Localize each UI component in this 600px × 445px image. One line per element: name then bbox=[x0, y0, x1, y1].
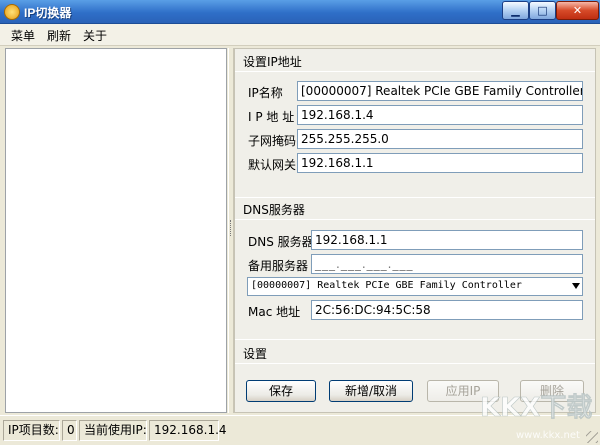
ip-section-title: 设置IP地址 bbox=[243, 55, 302, 69]
minimize-button[interactable]: ▁ bbox=[502, 1, 529, 20]
section-divider bbox=[235, 219, 595, 220]
subnet-mask-label: 子网掩码 bbox=[248, 134, 297, 148]
alt-dns-label: 备用服务器 bbox=[248, 259, 309, 273]
adapter-select[interactable]: [00000007] Realtek PCIe GBE Family Contr… bbox=[247, 277, 583, 296]
alt-dns-input[interactable]: ___.___.___.___ bbox=[311, 254, 583, 274]
window-title: IP切换器 bbox=[24, 6, 72, 20]
watermark-text: KKX下载 bbox=[480, 393, 592, 423]
save-button[interactable]: 保存 bbox=[246, 380, 316, 402]
ip-profile-list[interactable] bbox=[5, 48, 227, 413]
maximize-button[interactable]: □ bbox=[529, 1, 556, 20]
mac-address-label: Mac 地址 bbox=[248, 305, 301, 319]
dns-server-input[interactable]: 192.168.1.1 bbox=[311, 230, 583, 250]
section-divider bbox=[235, 197, 595, 198]
chevron-down-icon bbox=[572, 283, 580, 289]
section-divider bbox=[235, 363, 595, 364]
watermark-logo: KKX下载 www.kkx.net bbox=[480, 393, 593, 441]
section-divider bbox=[235, 71, 595, 72]
current-ip-label: 当前使用IP: bbox=[79, 420, 147, 441]
ip-address-label: I P 地 址 bbox=[248, 110, 295, 124]
section-divider bbox=[235, 339, 595, 340]
dns-server-label: DNS 服务器 bbox=[248, 235, 314, 249]
ip-count-label: IP项目数: bbox=[3, 420, 60, 441]
watermark-url: www.kkx.net bbox=[516, 430, 580, 441]
menu-item-about[interactable]: 关于 bbox=[83, 27, 107, 44]
settings-section-title: 设置 bbox=[243, 347, 268, 361]
dns-section: DNS服务器 DNS 服务器 192.168.1.1 备用服务器 ___.___… bbox=[235, 201, 595, 341]
ip-settings-section: 设置IP地址 IP名称 [00000007] Realtek PCIe GBE … bbox=[235, 49, 595, 199]
gateway-label: 默认网关 bbox=[248, 158, 297, 172]
current-ip-value: 192.168.1.4 bbox=[149, 420, 227, 441]
settings-panel: 设置IP地址 IP名称 [00000007] Realtek PCIe GBE … bbox=[234, 48, 596, 413]
menu-bar: 菜单 刷新 关于 bbox=[0, 24, 600, 46]
close-button[interactable]: ✕ bbox=[556, 1, 599, 20]
ip-name-input[interactable]: [00000007] Realtek PCIe GBE Family Contr… bbox=[297, 81, 583, 101]
title-bar[interactable]: IP切换器 ▁ □ ✕ bbox=[0, 0, 600, 24]
dns-section-title: DNS服务器 bbox=[243, 203, 305, 217]
menu-item-menu[interactable]: 菜单 bbox=[11, 27, 35, 44]
splitter-grip-icon bbox=[230, 220, 232, 236]
add-cancel-button[interactable]: 新增/取消 bbox=[329, 380, 413, 402]
app-gear-icon bbox=[4, 4, 20, 20]
ip-count-value: 0 bbox=[62, 420, 77, 441]
subnet-mask-input[interactable]: 255.255.255.0 bbox=[297, 129, 583, 149]
gateway-input[interactable]: 192.168.1.1 bbox=[297, 153, 583, 173]
ip-address-input[interactable]: 192.168.1.4 bbox=[297, 105, 583, 125]
mac-address-field: 2C:56:DC:94:5C:58 bbox=[311, 300, 583, 320]
ip-name-label: IP名称 bbox=[248, 86, 283, 100]
adapter-select-value: [00000007] Realtek PCIe GBE Family Contr… bbox=[251, 280, 522, 291]
menu-item-refresh[interactable]: 刷新 bbox=[47, 27, 71, 44]
